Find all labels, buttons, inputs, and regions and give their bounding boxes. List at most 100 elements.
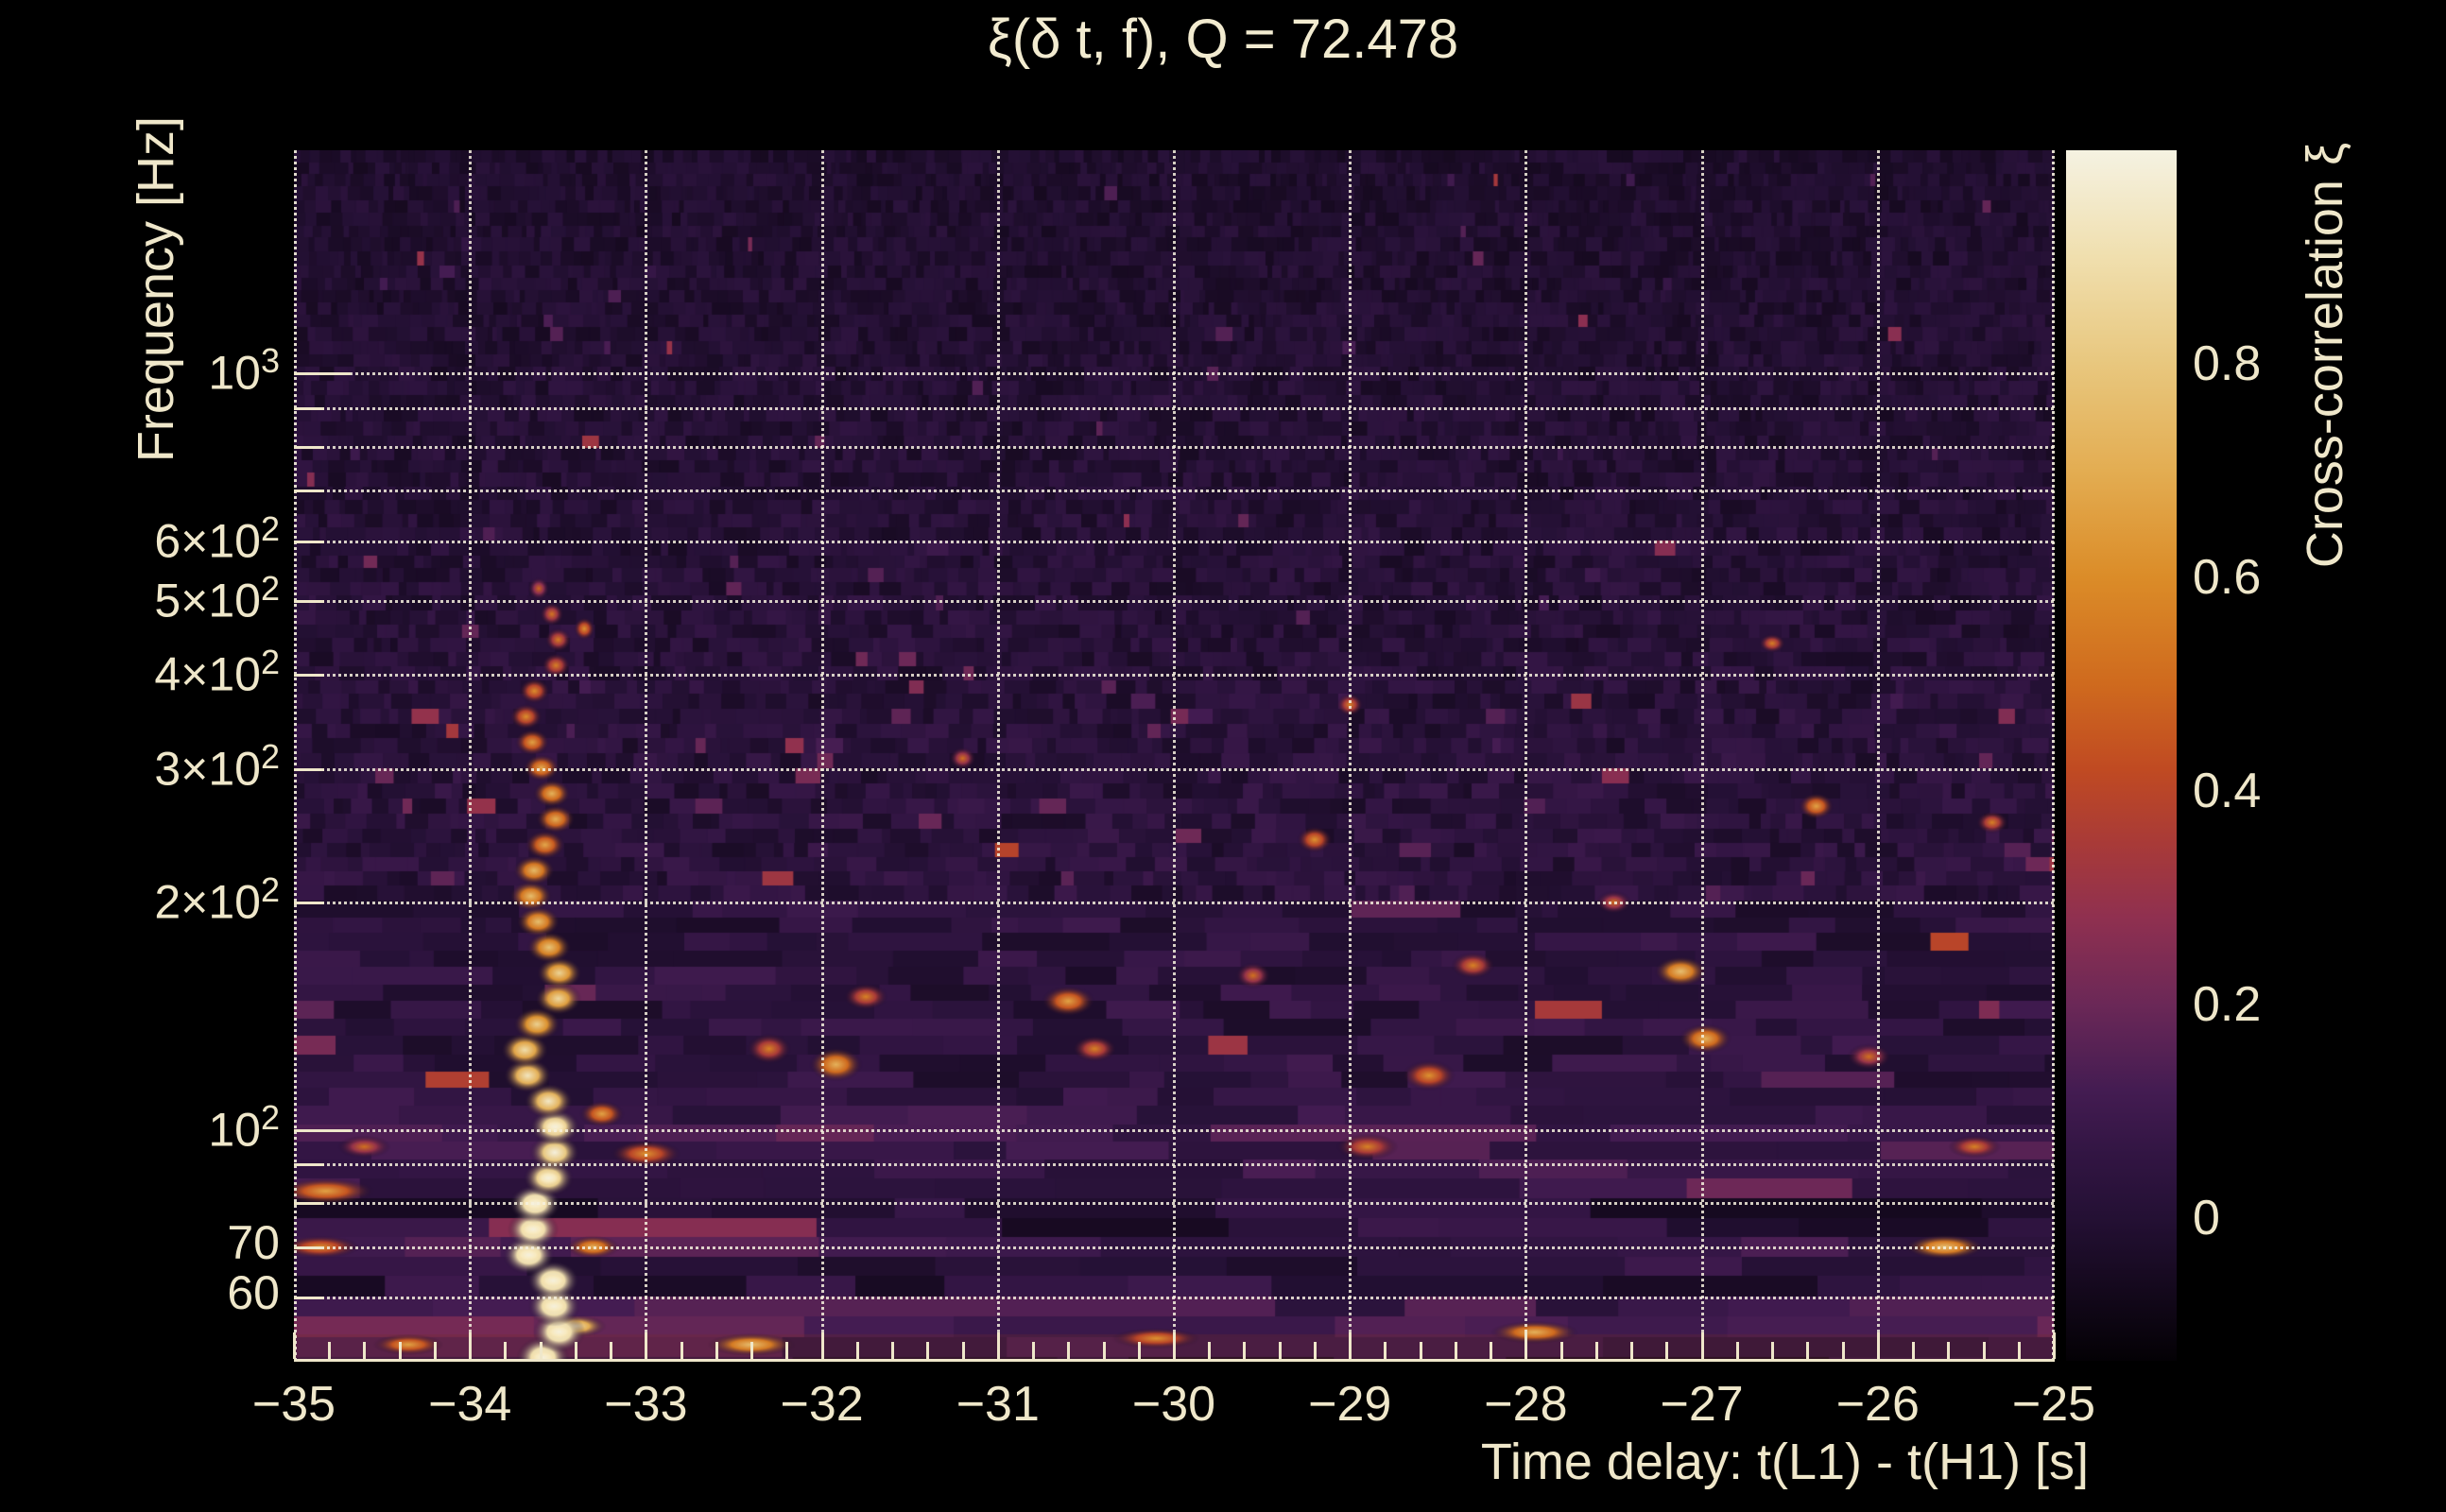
x-minor-tick	[715, 1342, 718, 1359]
x-major-tick	[2053, 1332, 2056, 1359]
gridline-x	[1524, 150, 1528, 1361]
figure-root: ξ(δ t, f), Q = 72.478 Frequency [Hz] −35…	[0, 0, 2446, 1512]
x-minor-tick	[1313, 1342, 1317, 1359]
x-major-tick	[996, 1332, 1000, 1359]
x-minor-tick	[398, 1342, 402, 1359]
y-tick	[294, 673, 324, 677]
gridline-y	[294, 1246, 2054, 1249]
x-tick-label: −25	[2011, 1377, 2096, 1432]
gridline-y	[294, 1128, 2054, 1132]
y-tick-label: 3×102	[154, 736, 280, 796]
colorbar-tick-label: 0.6	[2193, 549, 2262, 605]
x-minor-tick	[1630, 1342, 1634, 1359]
x-minor-tick	[539, 1342, 543, 1359]
x-tick-label: −33	[604, 1377, 688, 1432]
y-tick	[294, 600, 324, 604]
y-tick-label: 5×102	[154, 569, 280, 628]
gridline-y	[294, 541, 2054, 543]
x-minor-tick	[1559, 1342, 1563, 1359]
x-major-tick	[293, 1332, 296, 1359]
x-major-tick	[1700, 1332, 1704, 1359]
x-minor-tick	[1419, 1342, 1422, 1359]
x-tick-label: −27	[1660, 1377, 1744, 1432]
x-minor-tick	[328, 1342, 332, 1359]
gridline-y	[294, 407, 2054, 411]
x-minor-tick	[574, 1342, 577, 1359]
y-minor-tick	[294, 446, 324, 450]
x-minor-tick	[1771, 1342, 1775, 1359]
plot-frame-left	[294, 150, 297, 1361]
gridline-x	[1173, 150, 1176, 1361]
gridline-x	[996, 150, 1000, 1361]
x-tick-label: −32	[780, 1377, 864, 1432]
x-tick-label: −26	[1835, 1377, 1920, 1432]
x-minor-tick	[1947, 1342, 1951, 1359]
y-tick	[294, 372, 351, 376]
x-minor-tick	[363, 1342, 367, 1359]
colorbar-tick-label: 0.2	[2193, 976, 2262, 1032]
x-minor-tick	[1032, 1342, 1036, 1359]
x-minor-tick	[1665, 1342, 1669, 1359]
x-tick-label: −31	[956, 1377, 1040, 1432]
gridline-y	[294, 901, 2054, 904]
x-tick-label: −28	[1484, 1377, 1568, 1432]
x-major-tick	[469, 1332, 473, 1359]
x-minor-tick	[961, 1342, 965, 1359]
colorbar-gradient	[2066, 150, 2177, 1361]
y-tick-label: 60	[227, 1266, 280, 1320]
gridline-y	[294, 1202, 2054, 1206]
y-tick	[294, 1246, 324, 1249]
y-minor-tick	[294, 490, 324, 493]
y-tick-label: 4×102	[154, 642, 280, 701]
x-axis-line	[294, 1359, 2055, 1362]
gridline-x	[469, 150, 473, 1361]
y-tick-label: 70	[227, 1215, 280, 1269]
x-minor-tick	[1841, 1342, 1845, 1359]
y-tick	[294, 541, 324, 543]
gridline-x	[820, 150, 824, 1361]
gridline-x	[1876, 150, 1880, 1361]
gridline-y	[294, 600, 2054, 604]
y-tick-label: 103	[208, 341, 280, 401]
x-minor-tick	[504, 1342, 508, 1359]
x-minor-tick	[891, 1342, 895, 1359]
gridline-x	[1349, 150, 1352, 1361]
x-major-tick	[1349, 1332, 1352, 1359]
x-minor-tick	[1067, 1342, 1071, 1359]
x-minor-tick	[926, 1342, 930, 1359]
x-major-tick	[820, 1332, 824, 1359]
x-tick-label: −35	[251, 1377, 336, 1432]
gridline-y	[294, 673, 2054, 677]
x-tick-label: −34	[428, 1377, 512, 1432]
y-minor-tick	[294, 1202, 324, 1206]
plot-frame-right	[2052, 150, 2055, 1361]
x-minor-tick	[1208, 1342, 1212, 1359]
y-tick	[294, 1128, 351, 1132]
y-minor-tick	[294, 1163, 324, 1167]
x-minor-tick	[680, 1342, 683, 1359]
x-minor-tick	[785, 1342, 789, 1359]
gridline-y	[294, 446, 2054, 450]
x-minor-tick	[1806, 1342, 1810, 1359]
y-tick-label: 6×102	[154, 509, 280, 568]
x-minor-tick	[1278, 1342, 1282, 1359]
x-minor-tick	[1912, 1342, 1916, 1359]
x-minor-tick	[433, 1342, 437, 1359]
y-tick-label: 2×102	[154, 869, 280, 929]
x-minor-tick	[1137, 1342, 1141, 1359]
x-minor-tick	[1454, 1342, 1457, 1359]
y-tick	[294, 1297, 324, 1300]
x-tick-label: −29	[1308, 1377, 1392, 1432]
x-minor-tick	[1102, 1342, 1106, 1359]
x-minor-tick	[1490, 1342, 1493, 1359]
x-minor-tick	[1982, 1342, 1986, 1359]
x-minor-tick	[1243, 1342, 1247, 1359]
x-minor-tick	[1735, 1342, 1739, 1359]
y-tick	[294, 901, 324, 904]
gridline-y	[294, 490, 2054, 493]
gridline-x	[1700, 150, 1704, 1361]
y-tick	[294, 767, 324, 771]
x-minor-tick	[2017, 1342, 2021, 1359]
plot-title: ξ(δ t, f), Q = 72.478	[987, 9, 1459, 70]
gridline-x	[645, 150, 648, 1361]
